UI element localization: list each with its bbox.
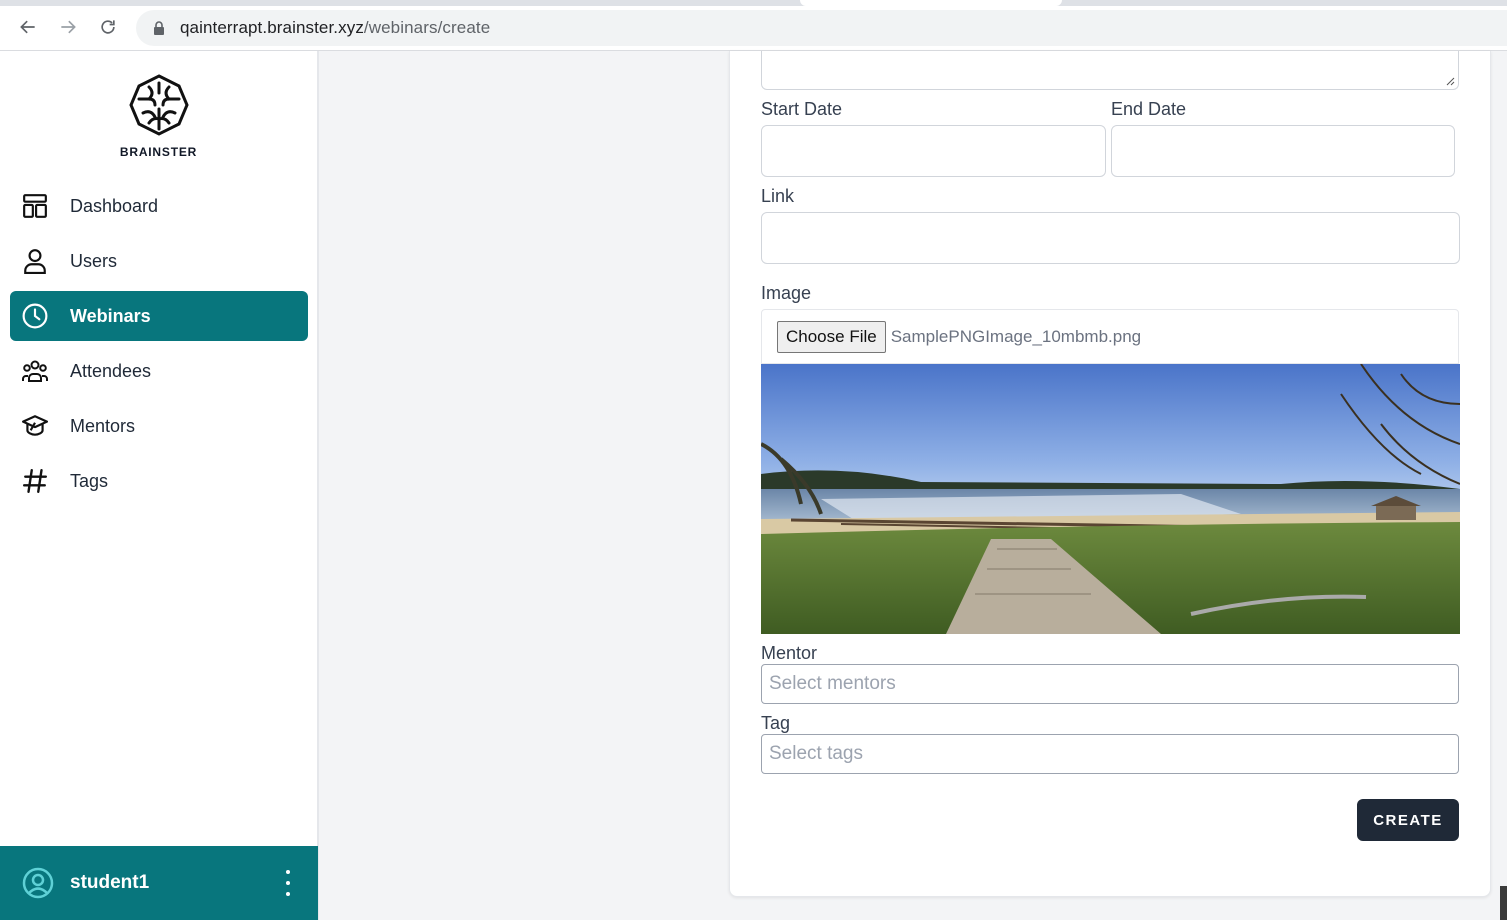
username: student1: [70, 872, 150, 893]
user-menu-kebab-icon[interactable]: [284, 870, 292, 896]
lock-icon: [154, 21, 164, 35]
group-icon: [22, 358, 48, 384]
browser-toolbar: qainterrapt.brainster.xyz/webinars/creat…: [0, 0, 1507, 51]
url-text: qainterrapt.brainster.xyz/webinars/creat…: [180, 18, 490, 38]
clock-icon: [22, 303, 48, 329]
sidebar: BRAINSTER Dashboard Users Webinars Atten…: [0, 51, 319, 920]
link-input[interactable]: [761, 212, 1460, 264]
user-circle-icon: [22, 867, 54, 899]
choose-file-button[interactable]: Choose File: [777, 320, 886, 353]
image-file-input[interactable]: Choose File SamplePNGImage_10mbmb.png: [761, 309, 1459, 364]
sidebar-item-label: Users: [70, 250, 118, 271]
sidebar-item-label: Dashboard: [70, 195, 159, 216]
logo-text: BRAINSTER: [119, 145, 198, 159]
brainster-logo[interactable]: BRAINSTER: [0, 73, 317, 159]
mentor-placeholder: Select mentors: [769, 673, 896, 694]
description-textarea[interactable]: [761, 51, 1459, 90]
image-preview: [761, 364, 1460, 634]
sidebar-item-attendees[interactable]: Attendees: [10, 346, 308, 396]
link-label: Link: [761, 186, 795, 206]
back-arrow-icon: [20, 20, 35, 34]
scrollbar-thumb[interactable]: [1500, 886, 1507, 920]
active-tab[interactable]: [800, 0, 1062, 6]
dashboard-icon: [22, 193, 48, 219]
back-button[interactable]: [15, 14, 41, 40]
reload-icon: [101, 20, 115, 34]
user-profile-bar[interactable]: student1: [0, 846, 318, 920]
sidebar-item-dashboard[interactable]: Dashboard: [10, 181, 308, 231]
start-date-label: Start Date: [761, 99, 843, 119]
brain-logo-icon: [128, 74, 189, 136]
sidebar-item-webinars[interactable]: Webinars: [10, 291, 308, 341]
file-name: SamplePNGImage_10mbmb.png: [890, 326, 1142, 346]
create-button[interactable]: CREATE: [1357, 799, 1459, 841]
reload-button[interactable]: [95, 14, 121, 40]
graduation-cap-icon: [22, 413, 48, 439]
user-icon: [22, 248, 48, 274]
mentor-select[interactable]: Select mentors: [761, 664, 1459, 704]
sidebar-item-mentors[interactable]: Mentors: [10, 401, 308, 451]
tag-select[interactable]: Select tags: [761, 734, 1459, 774]
tab-strip: [0, 0, 1507, 6]
url-path: /webinars/create: [363, 18, 491, 37]
resize-handle-icon[interactable]: [1446, 77, 1455, 86]
end-date-input[interactable]: [1111, 125, 1455, 177]
url-host: qainterrapt.brainster.xyz: [180, 18, 364, 37]
end-date-label: End Date: [1111, 99, 1187, 119]
webinar-form-card: Start Date End Date Link Image Choose Fi…: [729, 51, 1491, 897]
mentor-label: Mentor: [761, 643, 818, 663]
sidebar-item-label: Webinars: [70, 305, 151, 326]
image-label: Image: [761, 283, 812, 303]
tag-label: Tag: [761, 713, 791, 733]
sidebar-item-label: Mentors: [70, 415, 136, 436]
address-bar[interactable]: qainterrapt.brainster.xyz/webinars/creat…: [136, 10, 1507, 46]
forward-button[interactable]: [55, 14, 81, 40]
forward-arrow-icon: [61, 20, 76, 34]
sidebar-item-label: Tags: [70, 470, 109, 491]
sidebar-item-label: Attendees: [70, 360, 152, 381]
tag-placeholder: Select tags: [769, 743, 863, 764]
sidebar-item-users[interactable]: Users: [10, 236, 308, 286]
hashtag-icon: [22, 468, 48, 494]
sidebar-item-tags[interactable]: Tags: [10, 456, 308, 506]
start-date-input[interactable]: [761, 125, 1106, 177]
